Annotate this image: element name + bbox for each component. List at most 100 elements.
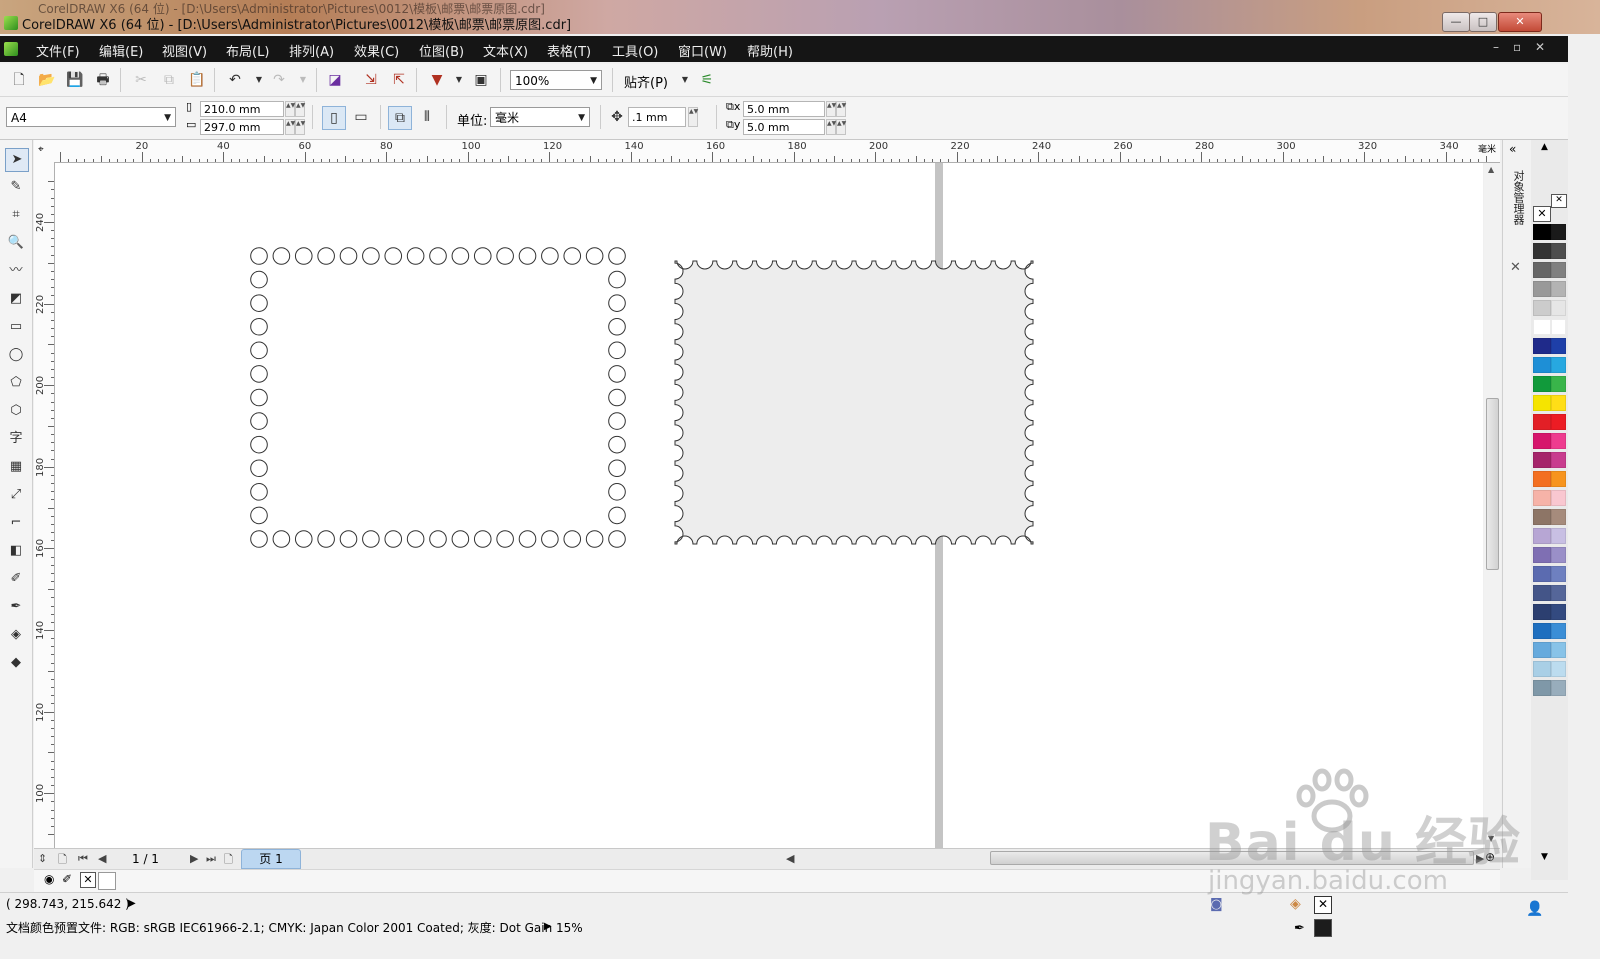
palette-swatch[interactable] xyxy=(1551,452,1566,468)
palette-swatch[interactable] xyxy=(1551,243,1566,259)
palette-swatch[interactable] xyxy=(1551,338,1566,354)
maximize-button[interactable]: □ xyxy=(1469,12,1497,32)
freehand-tool-icon[interactable]: 〰 xyxy=(5,260,27,282)
perforated-stamp-shape[interactable] xyxy=(674,260,1034,545)
eyedropper-icon[interactable]: ✐ xyxy=(62,872,72,886)
snap-dropdown-icon[interactable]: ▼ xyxy=(674,69,696,91)
drawing-area[interactable] xyxy=(55,163,1483,848)
scroll-left-icon[interactable]: ◀ xyxy=(786,852,794,865)
dimension-tool-icon[interactable]: ⤢ xyxy=(5,484,27,506)
menu-layout[interactable]: 布局(L) xyxy=(226,41,269,60)
duplicate-distance-x-field[interactable]: 5.0 mm xyxy=(743,101,825,117)
vertical-scroll-thumb[interactable] xyxy=(1486,398,1499,570)
palette-swatch[interactable] xyxy=(1551,509,1566,525)
page-width-field[interactable]: 210.0 mm xyxy=(200,101,284,117)
export-icon[interactable]: ⇱ xyxy=(388,69,410,91)
palette-swatch[interactable] xyxy=(1533,357,1551,373)
width-spin-buttons[interactable]: ▲▼ xyxy=(285,101,295,117)
units-select[interactable]: 毫米 ▼ xyxy=(490,107,590,127)
cut-icon[interactable]: ✂ xyxy=(130,69,152,91)
horizontal-ruler[interactable]: 20 40 60 80 100 120 140 160 180 200 220 240 260 280 30… xyxy=(34,140,1500,163)
palette-swatch[interactable] xyxy=(1551,433,1566,449)
palette-swatch[interactable] xyxy=(1533,680,1551,696)
palette-swatch[interactable] xyxy=(1533,338,1551,354)
color-proof-icon[interactable]: ◙ xyxy=(1210,897,1223,912)
search-content-icon[interactable]: ◪ xyxy=(324,69,346,91)
empty-swatch[interactable] xyxy=(98,872,116,890)
portrait-orientation-icon[interactable]: ▯ xyxy=(322,106,346,130)
dup-x-spin-buttons[interactable]: ▲▼ xyxy=(826,101,836,117)
menu-effects[interactable]: 效果(C) xyxy=(354,41,399,60)
copy-icon[interactable]: ⧉ xyxy=(158,69,180,91)
palette-swatch[interactable] xyxy=(1533,490,1551,506)
outline-color-swatch[interactable] xyxy=(1314,919,1332,937)
crop-tool-icon[interactable]: ⌗ xyxy=(5,204,27,226)
coords-arrow-icon[interactable]: ▶ xyxy=(128,898,136,909)
palette-swatch[interactable] xyxy=(1533,623,1551,639)
height-spin-buttons[interactable]: ▲▼ xyxy=(285,119,295,135)
corel-icon[interactable] xyxy=(4,42,18,56)
palette-swatch[interactable] xyxy=(1551,357,1566,373)
outline-pen-tool-icon[interactable]: ✒ xyxy=(5,596,27,618)
menu-view[interactable]: 视图(V) xyxy=(162,41,207,60)
palette-swatch[interactable] xyxy=(1533,566,1551,582)
print-icon[interactable]: 🖶 xyxy=(92,69,114,91)
palette-menu-icon[interactable]: ◉ xyxy=(44,872,54,886)
zoom-level-combo[interactable]: 100% ▼ xyxy=(510,70,602,90)
color-profile-text[interactable]: 文档颜色预置文件: RGB: sRGB IEC61966-2.1; CMYK: … xyxy=(6,919,583,936)
nudge-distance-field[interactable]: .1 mm xyxy=(628,107,686,127)
palette-swatch[interactable] xyxy=(1551,528,1566,544)
connector-tool-icon[interactable]: ⌐ xyxy=(5,512,27,534)
palette-swatch[interactable] xyxy=(1533,528,1551,544)
options-icon[interactable]: ⚟ xyxy=(696,69,718,91)
palette-swatch[interactable] xyxy=(1551,547,1566,563)
profile-arrow-icon[interactable]: ▶ xyxy=(544,921,552,932)
all-pages-icon[interactable]: ⧉ xyxy=(388,106,412,130)
palette-swatch[interactable] xyxy=(1551,376,1566,392)
menu-table[interactable]: 表格(T) xyxy=(547,41,591,60)
palette-swatch[interactable] xyxy=(1533,509,1551,525)
palette-swatch[interactable] xyxy=(1533,604,1551,620)
palette-swatch[interactable] xyxy=(1551,680,1566,696)
save-icon[interactable]: 💾 xyxy=(64,69,86,91)
first-page-icon[interactable]: ⏮ xyxy=(78,852,88,866)
palette-swatch[interactable] xyxy=(1533,547,1551,563)
palette-swatch[interactable] xyxy=(1533,243,1551,259)
redo-dropdown-icon[interactable]: ▼ xyxy=(292,69,314,91)
doc-close-button[interactable]: ✕ xyxy=(1535,40,1545,54)
palette-swatch[interactable] xyxy=(1533,300,1551,316)
landscape-orientation-icon[interactable]: ▭ xyxy=(350,106,372,128)
text-tool-icon[interactable]: 字 xyxy=(5,428,27,450)
undo-icon[interactable]: ↶ xyxy=(224,69,246,91)
close-docker-icon[interactable]: ✕ xyxy=(1510,260,1521,275)
open-folder-icon[interactable]: 📂 xyxy=(36,69,58,91)
nudge-spin-buttons[interactable]: ▲▼ xyxy=(688,107,698,127)
palette-swatch[interactable] xyxy=(1533,319,1551,335)
palette-swatch[interactable] xyxy=(1551,395,1566,411)
height-lock-icon[interactable]: ▲▼ xyxy=(295,119,305,135)
menu-window[interactable]: 窗口(W) xyxy=(678,41,727,60)
palette-swatch[interactable] xyxy=(1551,224,1566,240)
menu-arrange[interactable]: 排列(A) xyxy=(289,41,334,60)
user-profile-icon[interactable]: 👤 xyxy=(1526,901,1543,917)
doc-restore-button[interactable]: ▫ xyxy=(1513,40,1521,54)
new-document-icon[interactable]: 🗋 xyxy=(8,69,30,91)
launcher-dropdown-icon[interactable]: ▼ xyxy=(448,69,470,91)
minimize-button[interactable]: — xyxy=(1442,12,1470,32)
shape-tool-icon[interactable]: ✎ xyxy=(5,176,27,198)
redo-icon[interactable]: ↷ xyxy=(268,69,290,91)
ellipse-tool-icon[interactable]: ◯ xyxy=(5,344,27,366)
palette-swatch[interactable] xyxy=(1533,262,1551,278)
palette-swatch[interactable] xyxy=(1533,585,1551,601)
fill-tool-icon[interactable]: ◈ xyxy=(5,624,27,646)
page-size-select[interactable]: A4 ▼ xyxy=(6,107,176,127)
palette-swatch[interactable] xyxy=(1551,262,1566,278)
paste-icon[interactable]: 📋 xyxy=(186,69,208,91)
table-tool-icon[interactable]: ▦ xyxy=(5,456,27,478)
palette-swatch[interactable] xyxy=(1551,281,1566,297)
palette-swatch[interactable] xyxy=(1551,300,1566,316)
palette-swatch[interactable] xyxy=(1551,414,1566,430)
palette-swatch[interactable] xyxy=(1551,642,1566,658)
palette-scroll-up-icon[interactable]: ▲ xyxy=(1541,142,1548,152)
vertical-ruler[interactable]: 240 220 200 180 160 140 120 100 xyxy=(34,162,55,848)
